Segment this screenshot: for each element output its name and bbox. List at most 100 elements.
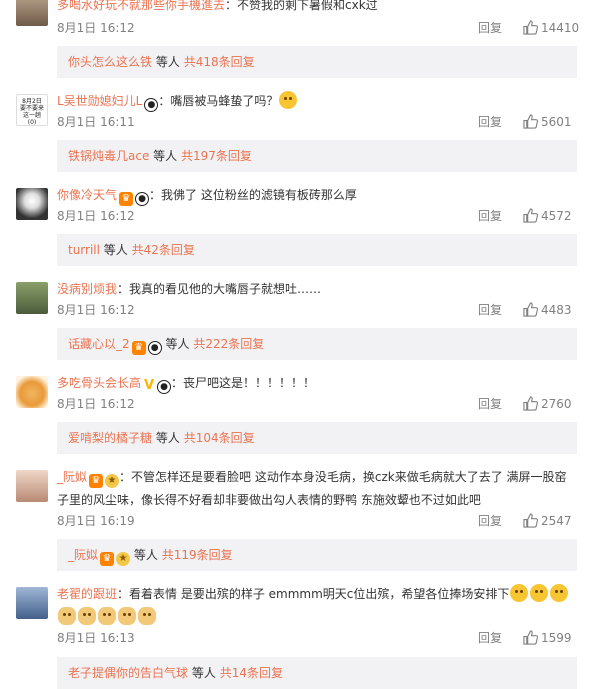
others-label: 等人 [191,666,216,680]
avatar-text: 8月2日 要不要来 这一趟 (0) [19,98,44,126]
thumbs-up-icon[interactable] [523,396,538,411]
separator: ： [171,376,184,390]
thumbs-up-icon[interactable] [523,114,538,129]
sub-replies: _阮姒 ♛ ★ 等人 共119条回复 [57,539,577,571]
avatar[interactable] [16,470,48,502]
dog-emoji-icon [58,607,76,625]
timestamp: 8月1日 16:12 [57,209,135,223]
separator: ： [119,470,132,484]
comment-meta: 8月1日 16:11 回复 5601 [57,113,577,131]
others-label: 等人 [165,337,190,351]
avatar[interactable] [16,188,48,220]
comment-meta: 8月1日 16:12 回复 4572 [57,207,577,225]
dog-emoji-icon [98,607,116,625]
reply-button[interactable]: 回复 [478,19,502,37]
reply-button[interactable]: 回复 [478,301,502,319]
sub-replies: 铁锅炖毒几ace 等人 共197条回复 [57,140,577,172]
separator: ： [158,94,171,108]
reply-count-link[interactable]: 共42条回复 [132,243,195,257]
thumbs-up-icon[interactable] [523,208,538,223]
comment-body: 我真的看见他的大嘴唇子就想吐…… [129,282,322,296]
vip-badge-icon: ♛ [100,552,115,566]
username[interactable]: 多喝水好玩不就那些你手機進去 [57,0,225,12]
panda-badge-icon: ● [144,98,159,112]
avatar[interactable] [16,376,48,408]
comment-meta: 8月1日 16:12 回复 2760 [57,395,577,413]
avatar[interactable] [16,587,48,619]
reply-button[interactable]: 回复 [478,207,502,225]
reply-count-link[interactable]: 共418条回复 [184,55,255,69]
username[interactable]: _阮姒 [57,470,87,484]
reply-button[interactable]: 回复 [478,629,502,647]
dizzy-emoji-icon [279,91,298,109]
username[interactable]: 你像冷天气 [57,188,117,202]
like-count: 14410 [541,21,580,35]
crying-emoji-icon [530,584,549,602]
thumbs-up-icon[interactable] [523,302,538,317]
reply-count-link[interactable]: 共197条回复 [181,149,252,163]
like-count: 2760 [541,397,572,411]
sub-reply-user[interactable]: 铁锅炖毒几ace [68,149,149,163]
others-label: 等人 [103,243,128,257]
username[interactable]: 多吃骨头会长高 [57,376,141,390]
sub-reply-user[interactable]: turrill [68,243,100,257]
comment-text: _阮姒 ♛ ★ ：不管怎样还是要看脸吧 这动作本身没毛病，换czk来做毛病就大了去了 … [57,466,577,512]
comment-body: 不赞我的剩下暑假和cxk过 [237,0,378,12]
vip-badge-icon: ♛ [131,341,146,355]
avatar[interactable] [16,0,48,26]
timestamp: 8月1日 16:13 [57,631,135,645]
verified-v-icon: V [143,378,155,393]
reply-count-link[interactable]: 共104条回复 [184,431,255,445]
dog-emoji-icon [138,607,156,625]
comment-body: 丧尸吧这是！！！！！！ [183,376,316,390]
comment-body: 嘴唇被马蜂蛰了吗？ [170,94,279,108]
avatar[interactable] [16,282,48,314]
sub-reply-user[interactable]: 你头怎么这么铁 [68,55,152,69]
dog-emoji-icon [78,607,96,625]
vip-badge-icon: ♛ [89,474,104,488]
comment-text: 你像冷天气 ♛ ● ：我佛了 这位粉丝的滤镜有板砖那么厚 [57,184,577,206]
sub-replies: 你头怎么这么铁 等人 共418条回复 [57,46,577,78]
comment-text: L吴世勋媳妇儿L ● ：嘴唇被马蜂蛰了吗？ [57,90,577,112]
thumbs-up-icon[interactable] [523,513,538,528]
comment-meta: 8月1日 16:12 回复 4483 [57,301,577,319]
reply-count-link[interactable]: 共14条回复 [220,666,283,680]
username[interactable]: L吴世勋媳妇儿L [57,94,142,108]
others-label: 等人 [133,548,158,562]
avatar[interactable]: 8月2日 要不要来 这一趟 (0) [16,94,48,126]
like-count: 1599 [541,631,572,645]
username[interactable]: 没病别烦我 [57,282,117,296]
sub-reply-user[interactable]: 话藏心以_2 [68,337,130,351]
comment-text: 没病别烦我：我真的看见他的大嘴唇子就想吐…… [57,278,577,300]
timestamp: 8月1日 16:12 [57,21,135,35]
others-label: 等人 [153,149,178,163]
reply-button[interactable]: 回复 [478,113,502,131]
like-count: 2547 [541,514,572,528]
sub-reply-user[interactable]: 爱啃梨的橘子糖 [68,431,152,445]
timestamp: 8月1日 16:19 [57,514,135,528]
sub-reply-user[interactable]: _阮姒 [68,548,98,562]
username[interactable]: 老翟的跟班 [57,587,117,601]
comment-meta: 8月1日 16:19 回复 2547 [57,512,577,530]
comment-text: 多吃骨头会长高 V ● ：丧尸吧这是！！！！！！ [57,372,577,394]
dog-emoji-icon [118,607,136,625]
crying-emoji-icon [510,584,529,602]
comment-body: 不管怎样还是要看脸吧 这动作本身没毛病，换czk来做毛病就大了去了 满屏一股窑子… [57,470,567,507]
thumbs-up-icon[interactable] [523,20,538,35]
reply-count-link[interactable]: 共119条回复 [162,548,233,562]
reply-button[interactable]: 回复 [478,395,502,413]
reply-count-link[interactable]: 共222条回复 [193,337,264,351]
comment-meta: 8月1日 16:13 回复 1599 [57,629,577,647]
comment-text: 老翟的跟班：看着表情 是要出殡的样子 emmmm明天c位出殡，希望各位捧场安排下 [57,583,577,629]
timestamp: 8月1日 16:12 [57,303,135,317]
comment-body: 看着表情 是要出殡的样子 emmmm明天c位出殡，希望各位捧场安排下 [129,587,510,601]
vip-badge-icon: ♛ [119,192,134,206]
thumbs-up-icon[interactable] [523,630,538,645]
sub-reply-user[interactable]: 老子提偶你的告白气球 [68,666,188,680]
panda-badge-icon: ● [147,341,162,355]
reply-button[interactable]: 回复 [478,512,502,530]
comment-meta: 8月1日 16:12 回复 14410 [57,19,579,37]
comment-body: 我佛了 这位粉丝的滤镜有板砖那么厚 [161,188,357,202]
sub-replies: 老子提偶你的告白气球 等人 共14条回复 [57,657,577,689]
separator: ： [225,0,238,12]
